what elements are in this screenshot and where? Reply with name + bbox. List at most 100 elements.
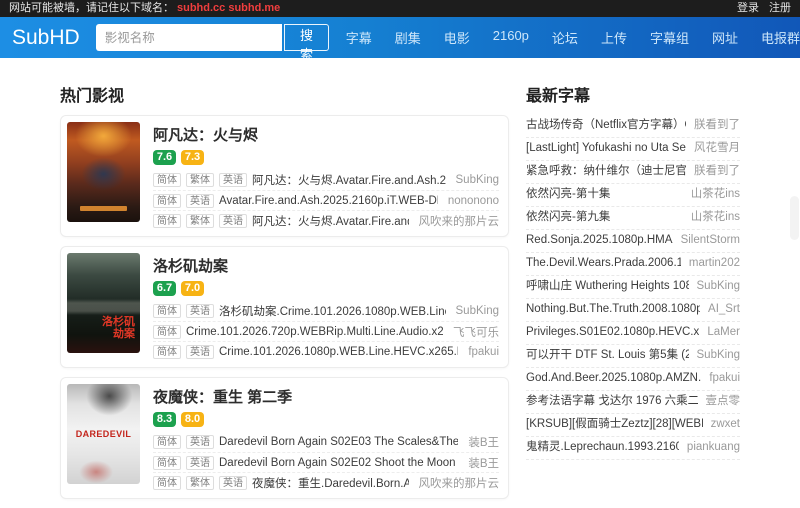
subtitle-name[interactable]: 紧急呼救：纳什维尔（迪士尼官方字幕）9-...: [526, 164, 686, 179]
subtitle-uploader[interactable]: 装B王: [468, 434, 499, 450]
search-input[interactable]: [96, 24, 283, 51]
subtitle-row: 简体 英语 Avatar.Fire.and.Ash.2025.2160p.iT.…: [153, 190, 499, 210]
subtitle-uploader[interactable]: 山茶花ins: [691, 210, 740, 225]
subtitle-uploader[interactable]: 山茶花ins: [691, 187, 740, 202]
douban-rating-badge: 7.6: [153, 150, 176, 165]
subtitle-name[interactable]: 可以开干 DTF St. Louis 第5集 (2026): [526, 348, 689, 363]
subtitle-uploader[interactable]: fpakui: [468, 346, 499, 358]
subtitle-uploader[interactable]: 风花雪月: [694, 141, 740, 156]
subtitle-name[interactable]: 夜魔侠：重生.Daredevil.Born.Again.S02E03.The..…: [252, 475, 409, 491]
subtitle-name[interactable]: The.Devil.Wears.Prada.2006.1080p.BluRa..…: [526, 256, 681, 271]
subtitle-uploader[interactable]: AI_Srt: [708, 302, 740, 317]
nav-item-forum[interactable]: 论坛: [552, 28, 578, 47]
subtitle-uploader[interactable]: SubKing: [456, 174, 499, 186]
subtitle-name[interactable]: [KRSUB][假面骑士Zeztz][28][WEBDL][AM...: [526, 417, 703, 432]
movie-poster-daredevil[interactable]: DAREDEVIL: [67, 384, 140, 484]
site-logo[interactable]: SubHD: [12, 26, 80, 50]
subtitle-name[interactable]: 洛杉矶劫案.Crime.101.2026.1080p.WEB.Line.HEVC…: [219, 303, 446, 319]
subtitle-name[interactable]: Avatar.Fire.and.Ash.2025.2160p.iT.WEB-DL…: [219, 195, 438, 207]
subtitle-name[interactable]: Crime.101.2026.1080p.WEB.Line.HEVC.x265.…: [219, 346, 458, 358]
subtitle-name[interactable]: 参考法语字幕 戈达尔 1976 六乘二传播面面...: [526, 394, 698, 409]
subtitle-name[interactable]: Privileges.S01E02.1080p.HEVC.x265-Me...: [526, 325, 699, 340]
subtitle-name[interactable]: 依然闪亮-第十集: [526, 187, 610, 202]
lang-tag: 英语: [186, 435, 214, 449]
lang-tag: 简体: [153, 214, 181, 228]
movie-poster-crime-101[interactable]: 洛杉矶劫案: [67, 253, 140, 353]
subtitle-uploader[interactable]: 装B王: [468, 455, 499, 471]
subtitle-name[interactable]: Red.Sonja.2025.1080p.HMAX.WEB-DL.D...: [526, 233, 673, 248]
nav-item-series[interactable]: 剧集: [395, 28, 421, 47]
lang-tag: 简体: [153, 435, 181, 449]
subtitle-uploader[interactable]: 朕看到了: [694, 164, 740, 179]
subtitle-uploader[interactable]: SubKing: [697, 279, 740, 294]
subtitle-name[interactable]: 依然闪亮-第九集: [526, 210, 610, 225]
main-navbar: SubHD 搜索 字幕 剧集 电影 2160p 论坛 上传 字幕组 网址 电报群: [0, 17, 800, 58]
latest-row: Nothing.But.The.Truth.2008.1080p.BluRa..…: [526, 299, 740, 322]
movie-card-body: 阿凡达：火与烬 7.6 7.3 简体 繁体 英语 阿凡达：火与烬.Avatar.…: [153, 122, 502, 230]
latest-row: 鬼精灵.Leprechaun.1993.2160p.USA.UHD... pia…: [526, 437, 740, 460]
scrollbar-thumb[interactable]: [790, 196, 799, 240]
subtitle-name[interactable]: 鬼精灵.Leprechaun.1993.2160p.USA.UHD...: [526, 440, 679, 455]
subtitle-uploader[interactable]: fpakui: [709, 371, 740, 386]
subtitle-uploader[interactable]: piankuang: [687, 440, 740, 455]
subtitle-uploader[interactable]: 风吹来的那片云: [419, 475, 500, 491]
lang-tag: 英语: [219, 214, 247, 228]
subtitle-uploader[interactable]: 壹点零: [706, 394, 741, 409]
movie-poster-avatar[interactable]: [67, 122, 140, 222]
subtitle-uploader[interactable]: 飞飞可乐: [453, 324, 499, 340]
subtitle-name[interactable]: 阿凡达：火与烬.Avatar.Fire.and.Ash.2025.2160p..…: [252, 172, 446, 188]
subtitle-name[interactable]: Nothing.But.The.Truth.2008.1080p.BluRa..…: [526, 302, 700, 317]
lang-tag: 英语: [186, 194, 214, 208]
latest-row: [LastLight] Yofukashi no Uta Season 2 [W…: [526, 138, 740, 161]
subtitle-row: 简体 繁体 英语 阿凡达：火与烬.Avatar.Fire.and.Ash.202…: [153, 210, 499, 230]
latest-row: Privileges.S01E02.1080p.HEVC.x265-Me... …: [526, 322, 740, 345]
lang-tag: 繁体: [186, 173, 214, 187]
nav-item-fansub-groups[interactable]: 字幕组: [650, 28, 689, 47]
subtitle-uploader[interactable]: 风吹来的那片云: [419, 213, 500, 229]
movie-title[interactable]: 夜魔侠：重生 第二季: [153, 386, 499, 407]
lang-tag: 简体: [153, 194, 181, 208]
nav-item-links[interactable]: 网址: [712, 28, 738, 47]
login-link[interactable]: 登录: [737, 0, 759, 17]
nav-item-2160p[interactable]: 2160p: [493, 28, 529, 47]
lang-tag: 繁体: [186, 476, 214, 490]
subtitle-name[interactable]: 呼啸山庄 Wuthering Heights 1080p (2026): [526, 279, 689, 294]
movie-title[interactable]: 洛杉矶劫案: [153, 255, 499, 276]
poster-title-art: [80, 206, 127, 211]
register-link[interactable]: 注册: [769, 0, 791, 17]
subtitle-name[interactable]: Daredevil Born Again S02E03 The Scales&T…: [219, 436, 458, 448]
lang-tag: 英语: [186, 304, 214, 318]
latest-row: 依然闪亮-第十集 山茶花ins: [526, 184, 740, 207]
nav-item-subtitles[interactable]: 字幕: [346, 28, 372, 47]
subtitle-uploader[interactable]: SubKing: [697, 348, 740, 363]
latest-row: 可以开干 DTF St. Louis 第5集 (2026) SubKing: [526, 345, 740, 368]
subtitle-uploader[interactable]: 朕看到了: [694, 118, 740, 133]
subtitle-uploader[interactable]: SilentStorm: [681, 233, 740, 248]
lang-tag: 繁体: [186, 214, 214, 228]
nav-item-upload[interactable]: 上传: [601, 28, 627, 47]
subtitle-name[interactable]: Crime.101.2026.720p.WEBRip.Multi.Line.Au…: [186, 326, 443, 338]
latest-subtitles-title: 最新字幕: [526, 82, 740, 106]
subtitle-uploader[interactable]: SubKing: [456, 305, 499, 317]
top-notice-bar: 网站可能被墙，请记住以下域名： subhd.cc subhd.me 登录 注册: [0, 0, 800, 17]
subtitle-uploader[interactable]: zwxet: [711, 417, 740, 432]
lang-tag: 简体: [153, 325, 181, 339]
douban-rating-badge: 6.7: [153, 281, 176, 296]
subtitle-name[interactable]: 阿凡达：火与烬.Avatar.Fire.and.Ash.2025.1080p..…: [252, 213, 409, 229]
nav-item-telegram[interactable]: 电报群: [761, 28, 800, 47]
latest-row: 紧急呼救：纳什维尔（迪士尼官方字幕）9-... 朕看到了: [526, 161, 740, 184]
lang-tag: 简体: [153, 304, 181, 318]
subtitle-uploader[interactable]: martin202: [689, 256, 740, 271]
subtitle-uploader[interactable]: nononono: [448, 195, 499, 207]
movie-card-crime-101: 洛杉矶劫案 洛杉矶劫案 6.7 7.0 简体 英语 洛杉矶劫案.Crime.10…: [60, 246, 509, 368]
subtitle-name[interactable]: Daredevil Born Again S02E02 Shoot the Mo…: [219, 457, 458, 469]
search-button[interactable]: 搜索: [284, 24, 328, 51]
subtitle-name[interactable]: 古战场传奇（Netflix官方字幕）Outlander....: [526, 118, 686, 133]
latest-row: 参考法语字幕 戈达尔 1976 六乘二传播面面... 壹点零: [526, 391, 740, 414]
subtitle-uploader[interactable]: LaMer: [707, 325, 740, 340]
movie-title[interactable]: 阿凡达：火与烬: [153, 124, 499, 145]
subtitle-row: 简体 英语 洛杉矶劫案.Crime.101.2026.1080p.WEB.Lin…: [153, 301, 499, 321]
subtitle-name[interactable]: [LastLight] Yofukashi no Uta Season 2 [W…: [526, 141, 686, 156]
nav-item-movies[interactable]: 电影: [444, 28, 470, 47]
subtitle-name[interactable]: God.And.Beer.2025.1080p.AMZN.WEB.D...: [526, 371, 701, 386]
